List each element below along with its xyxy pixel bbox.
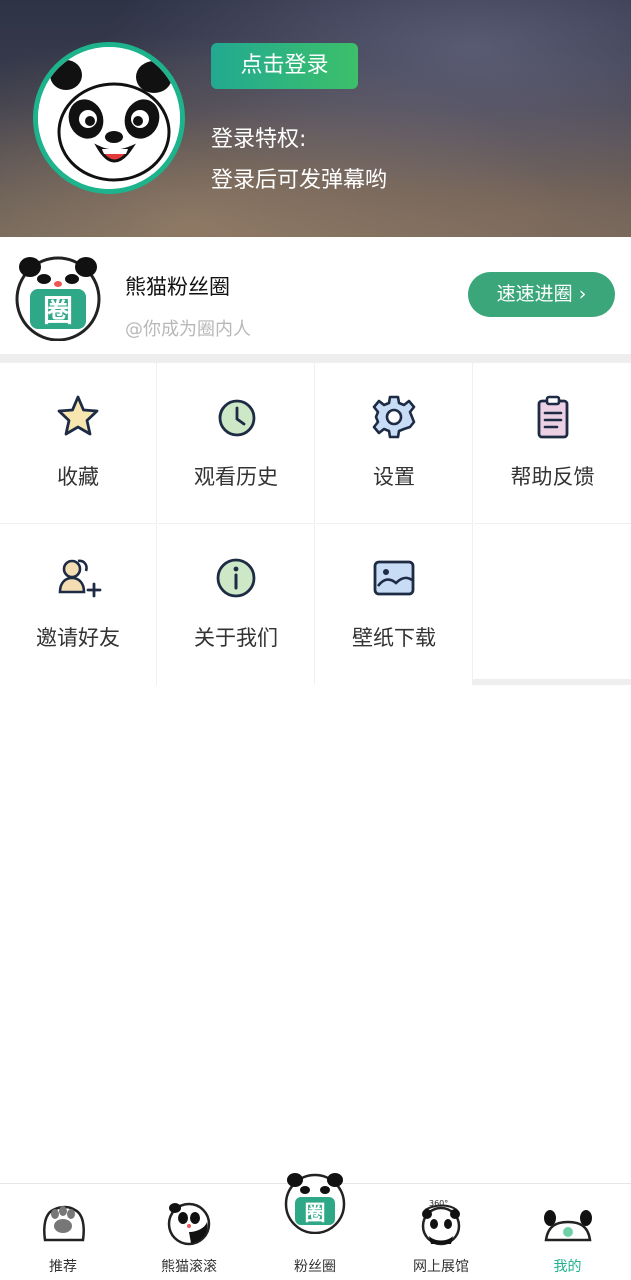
grid-item-label: 收藏 [57,465,99,489]
privilege-title: 登录特权: [211,127,307,152]
svg-text:圈: 圈 [305,1201,326,1225]
nav-label: 我的 [553,1259,582,1275]
nav-label: 网上展馆 [413,1259,469,1275]
grid-item-label: 壁纸下载 [352,626,436,650]
history-clock-icon [218,399,256,437]
star-icon [57,395,99,436]
grid-item-feedback[interactable]: 帮助反馈 [474,363,631,524]
grid-item-settings[interactable]: 设置 [316,363,473,524]
grid-item-label: 邀请好友 [36,626,120,650]
nav-item-me[interactable]: 我的 [504,1184,631,1280]
panda-paw-icon [43,1205,85,1242]
profile-header: 点击登录 登录特权: 登录后可发弹幕哟 [0,0,631,237]
function-grid: 收藏 观看历史 设置 帮助反馈 邀请好友 关于我们 壁纸下载 [0,363,631,685]
panda-360-icon: 360° [421,1199,461,1246]
grid-item-label: 帮助反馈 [510,465,595,489]
info-icon [216,558,256,598]
nav-label: 粉丝圈 [294,1259,336,1275]
clipboard-icon [537,395,568,439]
grid-item-invite[interactable]: 邀请好友 [0,524,157,685]
grid-item-label: 设置 [373,465,415,489]
nav-item-recommend[interactable]: 推荐 [0,1184,126,1280]
nav-label: 推荐 [49,1259,77,1275]
gear-icon [372,395,416,439]
invite-user-icon [58,559,102,598]
enter-circle-label: 速速进圈 [496,283,573,305]
avatar[interactable] [33,42,185,194]
section-divider [0,354,631,363]
nav-item-rolling-panda[interactable]: 熊猫滚滚 [126,1184,252,1280]
svg-text:圈: 圈 [43,294,73,329]
grid-item-about[interactable]: 关于我们 [158,524,315,685]
chevron-right-icon: › [578,283,587,305]
wallpaper-image-icon [373,560,415,596]
panda-face-icon [38,47,180,189]
fan-circle-subtitle: @你成为圈内人 [125,319,251,340]
nav-item-fan-circle[interactable]: 圈 粉丝圈 [252,1173,378,1280]
nav-label: 熊猫滚滚 [161,1259,217,1275]
panda-quan-logo: 圈 [15,256,101,341]
privilege-desc: 登录后可发弹幕哟 [211,168,388,193]
panda-quan-logo: 圈 [284,1173,346,1234]
grid-item-favorites[interactable]: 收藏 [0,363,157,524]
fan-circle-row[interactable]: 圈 熊猫粉丝圈 @你成为圈内人 速速进圈 › [0,237,631,354]
nav-item-online-gallery[interactable]: 360° 网上展馆 [378,1184,504,1280]
panda-me-icon [543,1210,592,1242]
grid-item-history[interactable]: 观看历史 [158,363,315,524]
grid-empty-cell [473,524,631,685]
grid-item-label: 观看历史 [194,465,278,489]
grid-item-label: 关于我们 [194,626,278,650]
enter-circle-button[interactable]: 速速进圈 › [468,272,615,317]
grid-item-wallpaper[interactable]: 壁纸下载 [316,524,473,685]
rolling-panda-icon [167,1202,211,1246]
fan-circle-title: 熊猫粉丝圈 [125,275,230,299]
bottom-nav: 推荐 熊猫滚滚 圈 粉丝圈 360° 网上展馆 我的 [0,1173,631,1280]
login-button[interactable]: 点击登录 [211,43,358,89]
